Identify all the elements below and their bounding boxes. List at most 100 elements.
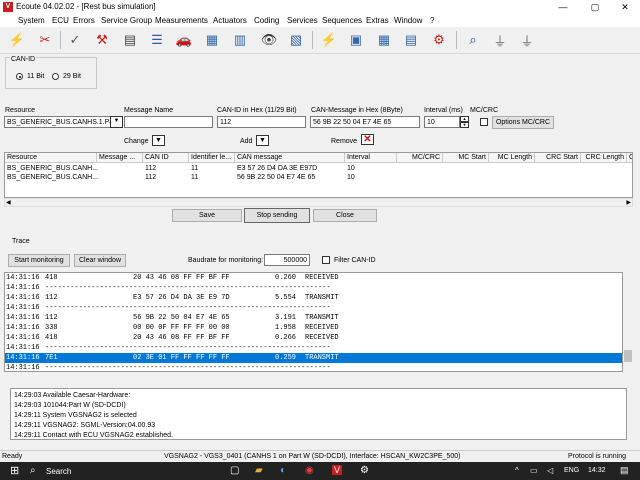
notifications-icon[interactable]: ▤ bbox=[620, 465, 629, 476]
close-dialog-button[interactable]: Close bbox=[313, 209, 377, 222]
binoculars-icon[interactable]: ⌕ bbox=[462, 30, 484, 50]
plug-icon[interactable]: ⏚ bbox=[489, 30, 511, 50]
grid-header[interactable]: MC Length bbox=[489, 153, 535, 163]
grid-header[interactable]: CRC Length bbox=[581, 153, 627, 163]
grid-header[interactable]: Identifier le... bbox=[189, 153, 235, 163]
trace-line[interactable]: 14:31:16 418 20 43 46 08 FF FF BF FF 0.260 R… bbox=[5, 273, 622, 283]
window-title: Ecoute 04.02.02 - [Rest bus simulation] bbox=[16, 2, 156, 11]
trace-vscrollbar[interactable] bbox=[623, 272, 633, 372]
trace-line[interactable]: 14:31:16 418 20 43 46 08 FF FF BF FF 0.266 R… bbox=[5, 333, 622, 343]
menu-sequences[interactable]: Sequences bbox=[322, 16, 362, 25]
trace-line[interactable]: 14:31:16 338 00 00 0F FF FF FF 00 00 1.958 R… bbox=[5, 323, 622, 333]
menu-ecu[interactable]: ECU bbox=[52, 16, 69, 25]
taskview-icon[interactable]: ▢ bbox=[230, 465, 239, 476]
minimize-button[interactable]: — bbox=[548, 0, 578, 14]
sequence-icon[interactable]: ▣ bbox=[345, 30, 367, 50]
grid-header[interactable]: Interval bbox=[345, 153, 397, 163]
options-mccrc-button[interactable]: Options MC/CRC bbox=[492, 116, 554, 129]
settings-icon[interactable]: ⚙ bbox=[360, 465, 369, 476]
grid-header[interactable]: Resource bbox=[5, 153, 97, 163]
grid-hscrollbar[interactable]: ◀ ▶ bbox=[4, 198, 633, 207]
edge-icon[interactable]: ◐ bbox=[280, 465, 286, 476]
list-icon[interactable]: ☰ bbox=[146, 30, 168, 50]
volume-icon[interactable]: ◁ bbox=[547, 466, 553, 475]
radio-29bit-label: 29 Bit bbox=[63, 73, 81, 80]
menu-system[interactable]: System bbox=[18, 16, 45, 25]
message-name-input[interactable] bbox=[124, 116, 213, 128]
start-monitoring-button[interactable]: Start monitoring bbox=[8, 254, 70, 267]
menu-service-group[interactable]: Service Group bbox=[101, 16, 152, 25]
chrome-icon[interactable]: ◉ bbox=[305, 465, 314, 476]
scroll-right-icon[interactable]: ▶ bbox=[626, 199, 631, 206]
folder-icon[interactable]: ▰ bbox=[255, 465, 263, 476]
scroll-left-icon[interactable]: ◀ bbox=[6, 199, 11, 206]
interval-down-icon[interactable]: ▼ bbox=[460, 122, 469, 128]
ecoute-taskbar-icon[interactable]: V bbox=[332, 465, 343, 475]
grid-header[interactable]: C bbox=[627, 153, 632, 163]
eye-icon[interactable]: 👁 bbox=[258, 30, 280, 50]
resource-select[interactable]: BS_GENERIC_BUS.CANHS.1.Part bbox=[4, 116, 114, 128]
save-button[interactable]: Save bbox=[172, 209, 242, 222]
grid-icon[interactable]: ▦ bbox=[373, 30, 395, 50]
menu-coding[interactable]: Coding bbox=[254, 16, 279, 25]
menu-window[interactable]: Window bbox=[394, 16, 422, 25]
car-icon[interactable]: 🚗 bbox=[173, 30, 195, 50]
connect-icon[interactable]: ⚡ bbox=[6, 30, 28, 50]
plug-off-icon[interactable]: ⏚ bbox=[516, 30, 538, 50]
clear-window-button[interactable]: Clear window bbox=[74, 254, 126, 267]
resource-dropdown-icon[interactable]: ▼ bbox=[110, 116, 123, 128]
menu-services[interactable]: Services bbox=[287, 16, 318, 25]
check-icon[interactable]: ✓ bbox=[64, 30, 86, 50]
search-icon[interactable]: ⌕ bbox=[30, 465, 36, 476]
trace-line[interactable]: 14:31:16 --------------------------------… bbox=[5, 343, 622, 353]
maximize-button[interactable]: ▢ bbox=[580, 0, 610, 14]
windows-start-icon[interactable]: ⊞ bbox=[10, 464, 19, 477]
trace-line[interactable]: 14:31:16 --------------------------------… bbox=[5, 303, 622, 313]
trace-line[interactable]: 14:31:16 --------------------------------… bbox=[5, 283, 622, 293]
menu-errors[interactable]: Errors bbox=[73, 16, 95, 25]
clock[interactable]: 14:32 bbox=[588, 467, 606, 474]
mccrc-checkbox[interactable] bbox=[480, 118, 488, 126]
disconnect-icon[interactable]: ✂ bbox=[34, 30, 56, 50]
radio-29bit[interactable] bbox=[52, 73, 59, 80]
radio-11bit[interactable] bbox=[16, 73, 23, 80]
document-icon[interactable]: ▧ bbox=[285, 30, 307, 50]
tray-chevron-icon[interactable]: ^ bbox=[515, 466, 519, 475]
grid-header[interactable]: CAN ID bbox=[143, 153, 189, 163]
table-icon[interactable]: ▦ bbox=[201, 30, 223, 50]
grid-header[interactable]: Message ... bbox=[97, 153, 143, 163]
language-indicator[interactable]: ENG bbox=[564, 467, 579, 474]
menu-extras[interactable]: Extras bbox=[366, 16, 389, 25]
trace-line[interactable]: 14:31:16 112 E3 57 26 D4 DA 3E E9 7D 5.554 T… bbox=[5, 293, 622, 303]
baudrate-input[interactable]: 500000 bbox=[264, 254, 310, 266]
menu-measurements[interactable]: Measurements bbox=[155, 16, 208, 25]
scroll-thumb[interactable] bbox=[624, 350, 632, 362]
trace-line[interactable]: 14:31:16 --------------------------------… bbox=[5, 363, 622, 371]
canid-hex-input[interactable]: 112 bbox=[217, 116, 306, 128]
chart-icon[interactable]: ▥ bbox=[229, 30, 251, 50]
change-button[interactable]: ▼ bbox=[152, 135, 165, 146]
network-icon[interactable]: ▭ bbox=[530, 466, 538, 475]
layout-icon[interactable]: ▤ bbox=[400, 30, 422, 50]
trace-window[interactable]: 14:31:16 418 20 43 46 08 FF FF BF FF 0.260 R… bbox=[4, 272, 623, 372]
grid-header[interactable]: CRC Start bbox=[535, 153, 581, 163]
add-button[interactable]: ▼ bbox=[256, 135, 269, 146]
grid-header[interactable]: MC/CRC bbox=[397, 153, 443, 163]
tools-icon[interactable]: ⚒ bbox=[91, 30, 113, 50]
close-button[interactable]: ✕ bbox=[610, 0, 640, 14]
interval-input[interactable]: 10 bbox=[424, 116, 460, 128]
remove-x-icon[interactable]: ✕ bbox=[361, 134, 374, 145]
canmsg-input[interactable]: 56 9B 22 50 04 E7 4E 65 bbox=[310, 116, 420, 128]
stop-sending-button[interactable]: Stop sending bbox=[244, 208, 310, 223]
printer-icon[interactable]: ▤ bbox=[119, 30, 141, 50]
grid-header[interactable]: CAN message bbox=[235, 153, 345, 163]
menu-actuators[interactable]: Actuators bbox=[213, 16, 247, 25]
trace-line[interactable]: 14:31:16 112 56 9B 22 50 04 E7 4E 65 3.191 T… bbox=[5, 313, 622, 323]
menu-help[interactable]: ? bbox=[430, 16, 434, 25]
taskbar-search[interactable]: Search bbox=[46, 467, 71, 476]
grid-header[interactable]: MC Start bbox=[443, 153, 489, 163]
flash-icon[interactable]: ⚡ bbox=[318, 30, 340, 50]
trace-line-selected[interactable]: 14:31:16 7E1 02 3E 01 FF FF FF FF FF 0.259 T… bbox=[5, 353, 622, 363]
filter-canid-checkbox[interactable] bbox=[322, 256, 330, 264]
gear-icon[interactable]: ⚙ bbox=[428, 30, 450, 50]
